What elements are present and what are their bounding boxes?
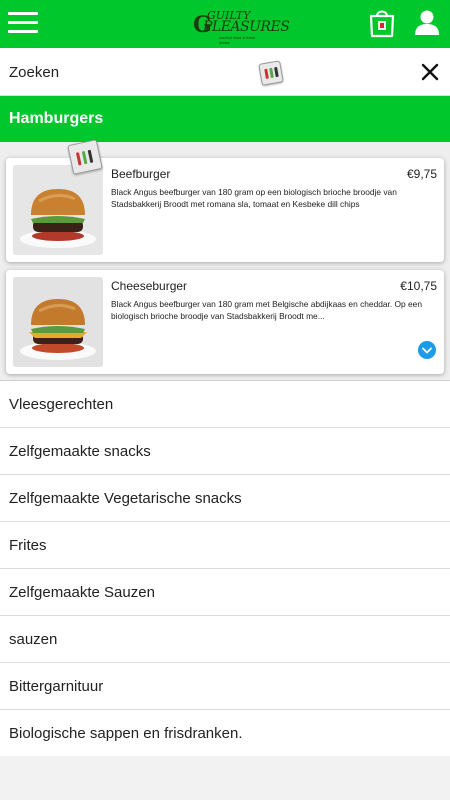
category-item[interactable]: Frites [0,521,450,568]
category-item[interactable]: Zelfgemaakte Vegetarische snacks [0,474,450,521]
search-bar [0,48,450,96]
search-input[interactable] [0,48,400,96]
brand-logo[interactable]: G GUILTY PLEASURES comfort food & fresh … [193,9,290,45]
category-item[interactable]: Vleesgerechten [0,380,450,427]
logo-line-2: PLEASURES [203,19,290,35]
product-name: Cheeseburger [111,279,188,293]
drag-thumbnail-icon [258,60,284,86]
category-list: Vleesgerechten Zelfgemaakte snacks Zelfg… [0,380,450,756]
category-item[interactable]: Biologische sappen en frisdranken. [0,709,450,756]
product-name: Beefburger [111,167,171,181]
category-item[interactable]: sauzen [0,615,450,662]
category-header-hamburgers[interactable]: Hamburgers [0,96,450,142]
hamburger-menu-icon[interactable] [8,11,38,35]
product-card[interactable]: Cheeseburger €10,75 Black Angus beefburg… [6,270,444,374]
product-card[interactable]: Beefburger €9,75 Black Angus beefburger … [6,158,444,262]
user-icon[interactable] [414,9,440,35]
product-description: Black Angus beefburger van 180 gram met … [111,299,423,321]
product-photo [13,165,103,255]
close-icon[interactable] [420,62,440,82]
shopping-bag-icon[interactable] [368,6,396,38]
category-item[interactable]: Zelfgemaakte Sauzen [0,568,450,615]
category-item[interactable]: Zelfgemaakte snacks [0,427,450,474]
chevron-down-icon[interactable] [418,341,436,359]
product-description: Black Angus beefburger van 180 gram op e… [111,187,397,209]
product-price: €9,75 [406,167,437,181]
logo-tagline: comfort food & fresh drinks [219,35,256,45]
drag-thumbnail-icon [67,139,103,175]
category-item[interactable]: Bittergarnituur [0,662,450,709]
top-bar: G GUILTY PLEASURES comfort food & fresh … [0,0,450,48]
product-list: Beefburger €9,75 Black Angus beefburger … [0,139,450,380]
product-photo [13,277,103,367]
product-price: €10,75 [400,279,437,293]
